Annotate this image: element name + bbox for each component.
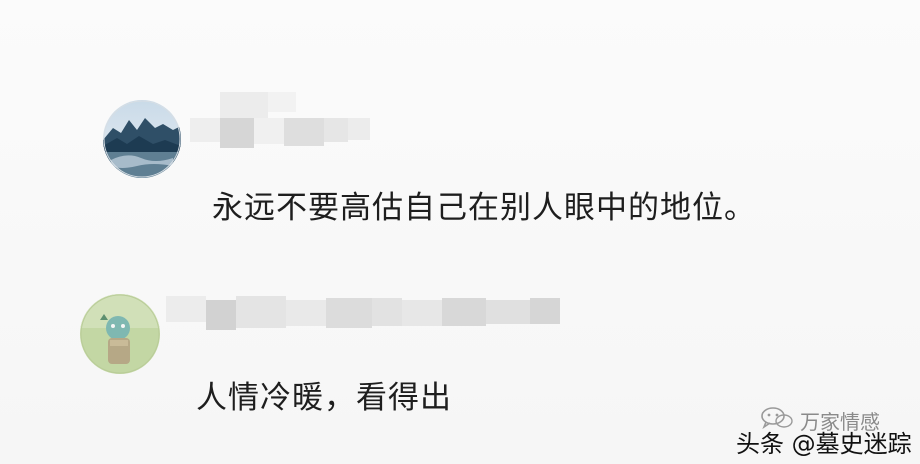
user-avatar-1[interactable] (103, 100, 181, 178)
comment-text-2: 人情冷暖，看得出 (196, 380, 452, 416)
comment-screenshot: 永远不要高估自己在别人眼中的地位。 人情冷暖，看得出 万家情感 头条 @墓史迷踪 (0, 0, 920, 464)
user-avatar-2[interactable] (80, 294, 160, 374)
source-watermark: 头条 @墓史迷踪 (736, 430, 912, 458)
comment-text-1: 永远不要高估自己在别人眼中的地位。 (212, 190, 756, 226)
cartoon-avatar-icon (80, 294, 160, 374)
landscape-avatar-icon (103, 100, 181, 178)
